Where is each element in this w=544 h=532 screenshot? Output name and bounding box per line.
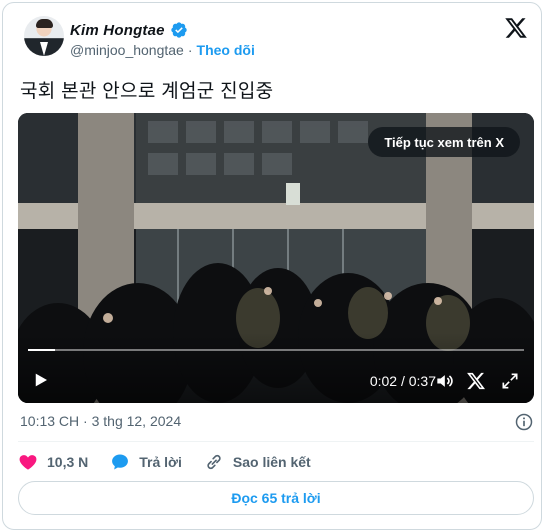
video-player[interactable]: Tiếp tục xem trên X 0:02 / 0:37 <box>18 113 534 403</box>
tweet-header: Kim Hongtae @minjoo_hongtae · Theo dõi <box>18 14 534 62</box>
like-button[interactable]: 10,3 N <box>18 452 88 472</box>
author-name-row: Kim Hongtae <box>70 20 188 40</box>
reply-bubble-icon <box>112 454 129 470</box>
divider <box>18 441 534 442</box>
fullscreen-icon[interactable] <box>500 371 520 391</box>
info-icon[interactable] <box>514 412 534 432</box>
play-icon[interactable] <box>32 371 50 389</box>
tweet-actions: 10,3 N Trả lời Sao liên kết <box>18 450 333 474</box>
heart-icon <box>19 455 37 470</box>
author-handle[interactable]: @minjoo_hongtae <box>70 42 184 58</box>
copy-link-label: Sao liên kết <box>232 454 311 470</box>
video-progress-bar[interactable] <box>28 349 524 351</box>
separator-dot: · <box>187 42 193 58</box>
link-icon <box>207 454 221 470</box>
author-handle-row: @minjoo_hongtae · Theo dõi <box>70 42 255 58</box>
avatar[interactable] <box>24 16 64 56</box>
like-count: 10,3 N <box>47 454 89 470</box>
video-time: 0:02 / 0:37 <box>369 373 436 389</box>
video-controls: 0:02 / 0:37 <box>18 363 534 397</box>
follow-button[interactable]: Theo dõi <box>197 42 255 58</box>
video-progress-fill <box>28 349 55 351</box>
x-logo-icon[interactable] <box>504 16 528 40</box>
continue-on-x-button[interactable]: Tiếp tục xem trên X <box>368 127 520 157</box>
reply-label: Trả lời <box>139 454 182 470</box>
x-logo-icon[interactable] <box>466 371 486 391</box>
read-replies-button[interactable]: Đọc 65 trả lời <box>18 481 534 515</box>
tweet-text: 국회 본관 안으로 계엄군 진입중 <box>20 81 274 102</box>
copy-link-button[interactable]: Sao liên kết <box>204 452 311 472</box>
author-display-name[interactable]: Kim Hongtae <box>70 22 165 39</box>
volume-icon[interactable] <box>434 371 454 391</box>
tweet-timestamp[interactable]: 10:13 CH · 3 thg 12, 2024 <box>20 413 181 429</box>
verified-badge-icon <box>171 22 187 38</box>
reply-button[interactable]: Trả lời <box>110 452 182 472</box>
